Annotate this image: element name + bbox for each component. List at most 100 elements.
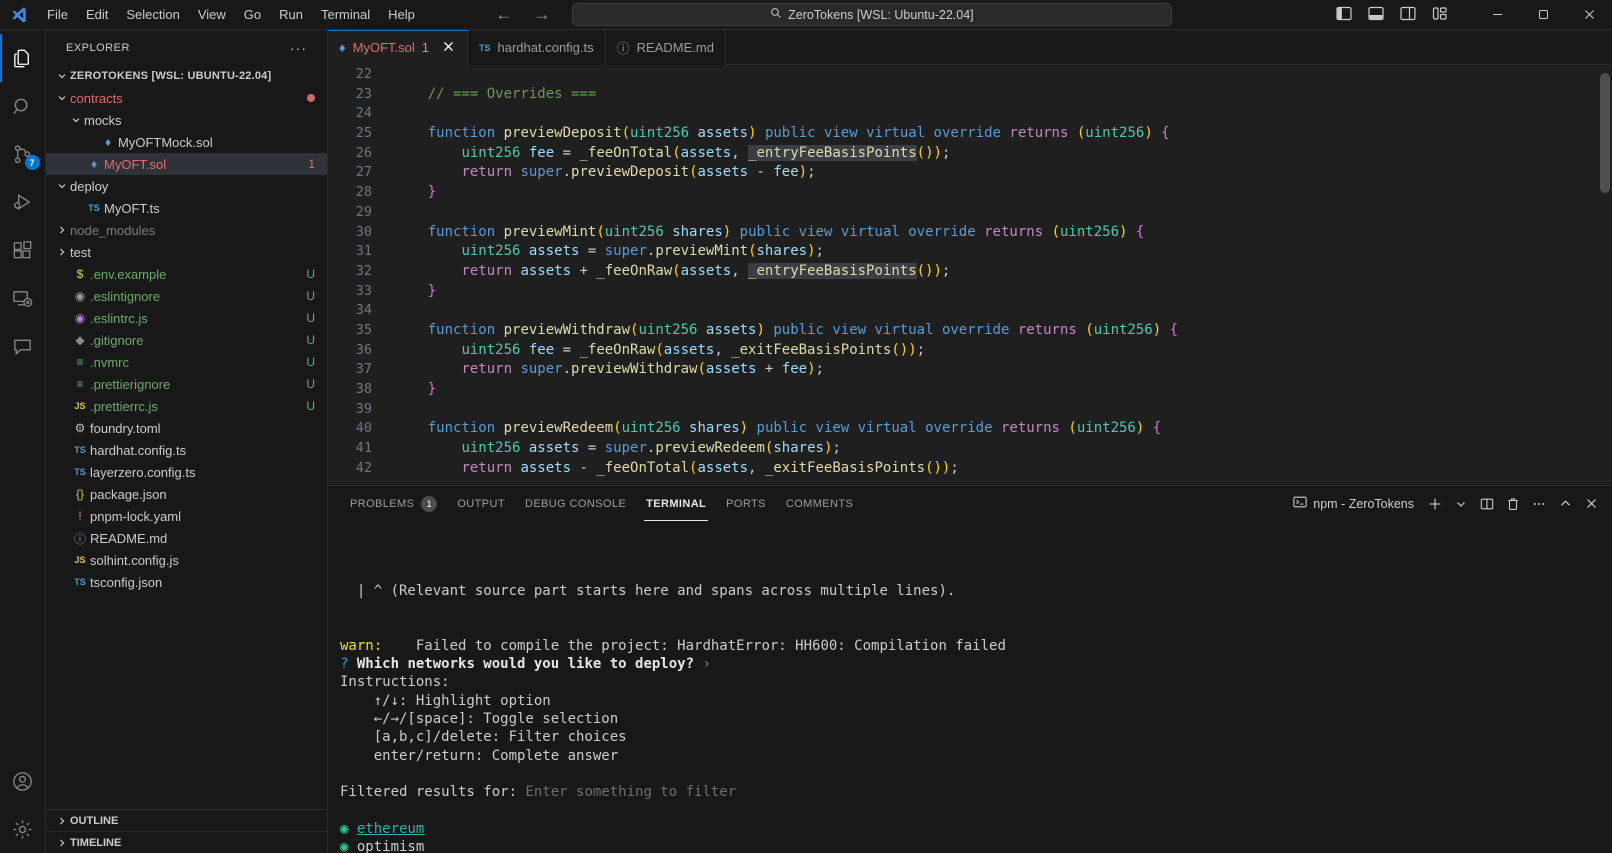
panel-tab-terminal[interactable]: TERMINAL — [636, 486, 716, 521]
code-line[interactable]: 37 return super.previewWithdraw(assets +… — [328, 360, 1612, 380]
tree-item-gitignore[interactable]: ◆ .gitignore U — [46, 329, 327, 351]
arrow-right-icon[interactable]: → — [532, 5, 552, 25]
tree-item-eslintignore[interactable]: ◉ .eslintignore U — [46, 285, 327, 307]
terminal-text: › — [694, 656, 711, 673]
tree-item-pnpm-lock-yaml[interactable]: ! pnpm-lock.yaml — [46, 505, 327, 527]
tree-item-test[interactable]: test — [46, 241, 327, 263]
tree-item-myoft-ts[interactable]: TS MyOFT.ts — [46, 197, 327, 219]
code-line[interactable]: 40 function previewRedeem(uint256 shares… — [328, 419, 1612, 439]
activity-search[interactable] — [0, 82, 46, 130]
code-line[interactable]: 41 uint256 assets = super.previewRedeem(… — [328, 439, 1612, 459]
code-line[interactable]: 24 — [328, 104, 1612, 124]
tab-hardhat-config-ts[interactable]: TS hardhat.config.ts — [468, 30, 606, 65]
activity-extensions[interactable] — [0, 226, 46, 274]
tree-item-foundry-toml[interactable]: ⚙ foundry.toml — [46, 417, 327, 439]
code-line[interactable]: 26 uint256 fee = _feeOnTotal(assets, _en… — [328, 144, 1612, 164]
tree-item-tsconfig-json[interactable]: TS tsconfig.json — [46, 571, 327, 593]
menu-go[interactable]: Go — [235, 4, 270, 25]
tree-item-node-modules[interactable]: node_modules — [46, 219, 327, 241]
code-line[interactable]: 23 // === Overrides === — [328, 85, 1612, 105]
new-terminal-button[interactable] — [1422, 491, 1448, 517]
activity-run-debug[interactable] — [0, 178, 46, 226]
sidebar-section-timeline[interactable]: TIMELINE — [46, 831, 327, 853]
menu-help[interactable]: Help — [379, 4, 424, 25]
editor-vertical-scrollbar[interactable] — [1600, 73, 1610, 193]
tree-item-prettierignore[interactable]: ≡ .prettierignore U — [46, 373, 327, 395]
panel-tab-problems[interactable]: PROBLEMS 1 — [340, 486, 447, 521]
code-line[interactable]: 39 — [328, 400, 1612, 420]
tree-item-solhint-config-js[interactable]: JS solhint.config.js — [46, 549, 327, 571]
tree-item-readme-md[interactable]: ⓘ README.md — [46, 527, 327, 549]
minimize-window-button[interactable] — [1474, 0, 1520, 30]
panel-tab-ports[interactable]: PORTS — [716, 486, 776, 521]
panel-tab-debug-console[interactable]: DEBUG CONSOLE — [515, 486, 636, 521]
terminal-output[interactable]: | ^ (Relevant source part starts here an… — [328, 521, 1612, 853]
code-line[interactable]: 34 — [328, 301, 1612, 321]
panel-tab-output[interactable]: OUTPUT — [447, 486, 515, 521]
file-tree[interactable]: ZEROTOKENS [WSL: UBUNTU-22.04] contracts… — [46, 65, 327, 809]
menu-selection[interactable]: Selection — [117, 4, 188, 25]
active-terminal-entry[interactable]: npm - ZeroTokens — [1285, 495, 1422, 512]
activity-comments[interactable] — [0, 322, 46, 370]
sidebar-section-outline[interactable]: OUTLINE — [46, 809, 327, 831]
menu-file[interactable]: File — [38, 4, 77, 25]
tree-item-eslintrc-js[interactable]: ◉ .eslintrc.js U — [46, 307, 327, 329]
code-line[interactable]: 36 uint256 fee = _feeOnRaw(assets, _exit… — [328, 341, 1612, 361]
tree-item-myoftmock-sol[interactable]: ♦ MyOFTMock.sol — [46, 131, 327, 153]
tree-root-folder[interactable]: ZEROTOKENS [WSL: UBUNTU-22.04] — [46, 65, 327, 87]
code-line[interactable]: 27 return super.previewDeposit(assets - … — [328, 163, 1612, 183]
command-center[interactable]: ZeroTokens [WSL: Ubuntu-22.04] — [571, 3, 1172, 26]
customize-layout-icon[interactable] — [1432, 6, 1448, 24]
tree-item-layerzero-config-ts[interactable]: TS layerzero.config.ts — [46, 461, 327, 483]
code-line[interactable]: 31 uint256 assets = super.previewMint(sh… — [328, 242, 1612, 262]
code-line[interactable]: 30 function previewMint(uint256 shares) … — [328, 223, 1612, 243]
menu-terminal[interactable]: Terminal — [312, 4, 379, 25]
maximize-panel-button[interactable] — [1552, 491, 1578, 517]
tree-item-myoft-sol[interactable]: ♦ MyOFT.sol 1 — [46, 153, 327, 175]
tree-item-env-example[interactable]: $ .env.example U — [46, 263, 327, 285]
activity-source-control[interactable]: 7 — [0, 130, 46, 178]
toggle-panel-icon[interactable] — [1368, 6, 1384, 24]
code-line[interactable]: 25 function previewDeposit(uint256 asset… — [328, 124, 1612, 144]
toggle-secondary-sidebar-icon[interactable] — [1400, 6, 1416, 24]
menu-view[interactable]: View — [189, 4, 235, 25]
code-line[interactable]: 32 return assets + _feeOnRaw(assets, _en… — [328, 262, 1612, 282]
terminal-line: [a,b,c]/delete: Filter choices — [340, 728, 1612, 746]
menu-run[interactable]: Run — [270, 4, 312, 25]
panel-tab-comments[interactable]: COMMENTS — [776, 486, 863, 521]
menu-bar[interactable]: File Edit Selection View Go Run Terminal… — [38, 4, 424, 25]
tab-myoft-sol[interactable]: ♦ MyOFT.sol 1 — [328, 30, 468, 65]
panel-more-actions-button[interactable] — [1526, 491, 1552, 517]
code-line[interactable]: 33 } — [328, 282, 1612, 302]
toggle-primary-sidebar-icon[interactable] — [1336, 6, 1352, 24]
activity-explorer[interactable] — [0, 34, 46, 82]
tree-item-mocks[interactable]: mocks — [46, 109, 327, 131]
tree-item-contracts[interactable]: contracts — [46, 87, 327, 109]
code-line[interactable]: 35 function previewWithdraw(uint256 asse… — [328, 321, 1612, 341]
close-window-button[interactable] — [1566, 0, 1612, 30]
terminal-dropdown-button[interactable] — [1448, 491, 1474, 517]
tree-item-nvmrc[interactable]: ≡ .nvmrc U — [46, 351, 327, 373]
tab-readme-md[interactable]: ⓘ README.md — [605, 30, 726, 65]
menu-edit[interactable]: Edit — [77, 4, 117, 25]
tree-item-package-json[interactable]: {} package.json — [46, 483, 327, 505]
code-line[interactable]: 22 — [328, 65, 1612, 85]
maximize-window-button[interactable] — [1520, 0, 1566, 30]
close-panel-button[interactable] — [1578, 491, 1604, 517]
kill-terminal-button[interactable] — [1500, 491, 1526, 517]
code-editor[interactable]: 22 23 // === Overrides === 24 25 function p… — [328, 65, 1612, 485]
tree-item-deploy[interactable]: deploy — [46, 175, 327, 197]
sidebar-more-actions-icon[interactable]: ··· — [290, 40, 307, 56]
split-terminal-button[interactable] — [1474, 491, 1500, 517]
tree-item-hardhat-config-ts[interactable]: TS hardhat.config.ts — [46, 439, 327, 461]
arrow-left-icon[interactable]: ← — [494, 5, 514, 25]
code-line[interactable]: 38 } — [328, 380, 1612, 400]
code-line[interactable]: 28 } — [328, 183, 1612, 203]
activity-remote-explorer[interactable] — [0, 274, 46, 322]
tab-close-icon[interactable] — [440, 40, 456, 56]
code-line[interactable]: 42 return assets - _feeOnTotal(assets, _… — [328, 459, 1612, 479]
code-line[interactable]: 29 — [328, 203, 1612, 223]
accounts-icon[interactable] — [0, 757, 46, 805]
tree-item-prettierrc-js[interactable]: JS .prettierrc.js U — [46, 395, 327, 417]
settings-gear-icon[interactable] — [0, 805, 46, 853]
